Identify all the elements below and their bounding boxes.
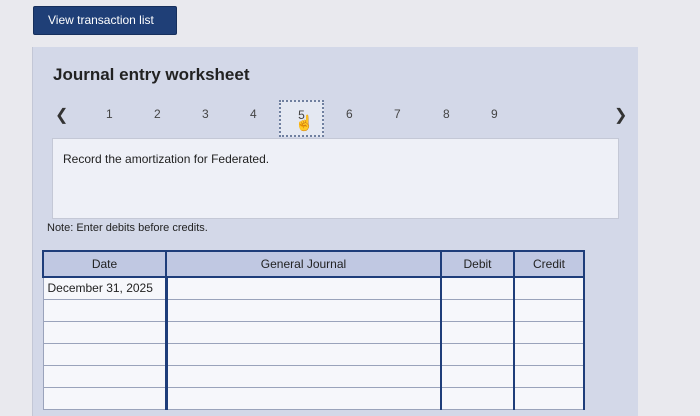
- credit-input[interactable]: [513, 364, 585, 388]
- account-select[interactable]: [164, 364, 442, 388]
- journal-entry-worksheet-panel: Journal entry worksheet ❮ 1 2 3 4 5 ☝ 6 …: [32, 47, 638, 416]
- page-1-link[interactable]: 1: [106, 107, 113, 121]
- journal-entry-table: Date General Journal Debit Credit Decemb…: [42, 250, 585, 410]
- table-row: [42, 364, 585, 388]
- page-3-link[interactable]: 3: [202, 107, 209, 121]
- page-9-link[interactable]: 9: [491, 107, 498, 121]
- page-5-link-active[interactable]: 5 ☝: [279, 100, 324, 137]
- date-cell: [42, 386, 167, 410]
- account-select[interactable]: [164, 276, 442, 300]
- debit-input[interactable]: [440, 386, 515, 410]
- debit-input[interactable]: [440, 364, 515, 388]
- note-text: Note: Enter debits before credits.: [47, 222, 208, 234]
- table-row: [42, 298, 585, 322]
- debit-column-header: Debit: [440, 250, 515, 278]
- debit-input[interactable]: [440, 342, 515, 366]
- debit-input[interactable]: [440, 298, 515, 322]
- credit-input[interactable]: [513, 298, 585, 322]
- page-2-link[interactable]: 2: [154, 107, 161, 121]
- credit-input[interactable]: [513, 386, 585, 410]
- account-select[interactable]: [164, 342, 442, 366]
- page-7-link[interactable]: 7: [394, 107, 401, 121]
- table-row: December 31, 2025: [42, 276, 585, 300]
- debit-input[interactable]: [440, 320, 515, 344]
- worksheet-pagination: ❮ 1 2 3 4 5 ☝ 6 7 8 9 ❯: [33, 99, 639, 139]
- credit-column-header: Credit: [513, 250, 585, 278]
- page-4-link[interactable]: 4: [250, 107, 257, 121]
- date-cell: [42, 298, 167, 322]
- instruction-text: Record the amortization for Federated.: [63, 152, 270, 166]
- table-header-row: Date General Journal Debit Credit: [42, 250, 585, 278]
- page-8-link[interactable]: 8: [443, 107, 450, 121]
- instruction-box: Record the amortization for Federated.: [52, 138, 619, 219]
- account-select[interactable]: [164, 386, 442, 410]
- date-column-header: Date: [42, 250, 167, 278]
- table-row: [42, 342, 585, 366]
- table-row: [42, 320, 585, 344]
- view-transaction-list-button[interactable]: View transaction list: [33, 6, 177, 35]
- credit-input[interactable]: [513, 342, 585, 366]
- debit-input[interactable]: [440, 276, 515, 300]
- date-cell: [42, 320, 167, 344]
- date-cell: December 31, 2025: [42, 276, 167, 300]
- date-cell: [42, 342, 167, 366]
- credit-input[interactable]: [513, 320, 585, 344]
- hand-cursor-icon: ☝: [295, 115, 314, 132]
- chevron-left-icon[interactable]: ❮: [55, 105, 68, 125]
- chevron-right-icon[interactable]: ❯: [614, 105, 627, 125]
- credit-input[interactable]: [513, 276, 585, 300]
- worksheet-title: Journal entry worksheet: [53, 65, 250, 84]
- account-select[interactable]: [164, 320, 442, 344]
- date-cell: [42, 364, 167, 388]
- table-row: [42, 386, 585, 410]
- general-journal-column-header: General Journal: [165, 250, 442, 278]
- account-select[interactable]: [164, 298, 442, 322]
- page-6-link[interactable]: 6: [346, 107, 353, 121]
